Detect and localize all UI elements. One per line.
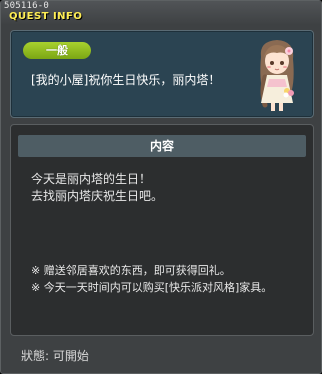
quest-content-panel: 内容 今天是丽内塔的生日！ 去找丽内塔庆祝生日吧。 ※ 赠送邻居喜欢的东西，即可… — [10, 124, 314, 336]
category-badge: 一般 — [23, 42, 91, 59]
quest-info-window: 505116-0 QUEST INFO 一般 [我的小屋]祝你生日快乐，丽内塔！ — [0, 0, 322, 374]
window-title: QUEST INFO — [9, 11, 83, 22]
title-bar[interactable]: 505116-0 QUEST INFO — [1, 1, 321, 25]
description-line: 今天是丽内塔的生日！ — [31, 172, 152, 186]
npc-portrait-icon — [260, 40, 294, 111]
quest-title: [我的小屋]祝你生日快乐，丽内塔！ — [31, 73, 221, 87]
content-section-title: 内容 — [18, 135, 306, 157]
quest-id: 505116-0 — [4, 1, 49, 11]
quest-status: 狀態: 可開始 — [21, 349, 89, 363]
quest-header-panel: 一般 [我的小屋]祝你生日快乐，丽内塔！ — [10, 30, 314, 118]
note-line: ※ 赠送邻居喜欢的东西，即可获得回礼。 — [31, 264, 231, 277]
description-line: 去找丽内塔庆祝生日吧。 — [31, 189, 164, 203]
note-line: ※ 今天一天时间内可以购买[快乐派对风格]家具。 — [31, 281, 273, 294]
